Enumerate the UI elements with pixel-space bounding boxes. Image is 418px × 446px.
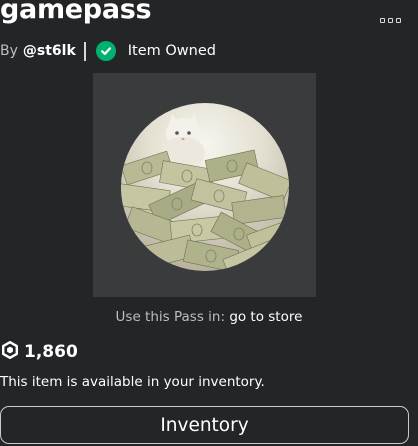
item-thumbnail (93, 73, 316, 297)
checkmark-circle-icon (95, 41, 116, 61)
by-label: By (0, 43, 18, 59)
inventory-button[interactable]: Inventory (0, 406, 409, 444)
byline-divider (83, 41, 86, 61)
owned-status: Item Owned (127, 43, 216, 59)
thumbnail-image (121, 103, 289, 271)
creator-link[interactable]: @st6lk (23, 43, 76, 59)
use-pass-label: Use this Pass in: (115, 309, 226, 325)
use-pass-row: Use this Pass in: go to store (0, 309, 418, 325)
item-title: gamepass (0, 0, 152, 25)
availability-text: This item is available in your inventory… (0, 374, 265, 390)
creator-byline: By @st6lk Item Owned (0, 40, 216, 62)
price-value: 1,860 (24, 342, 78, 362)
price-row: 1,860 (1, 341, 78, 363)
more-options-icon[interactable] (380, 16, 404, 24)
go-to-store-link[interactable]: go to store (229, 309, 302, 325)
robux-icon (1, 341, 19, 363)
